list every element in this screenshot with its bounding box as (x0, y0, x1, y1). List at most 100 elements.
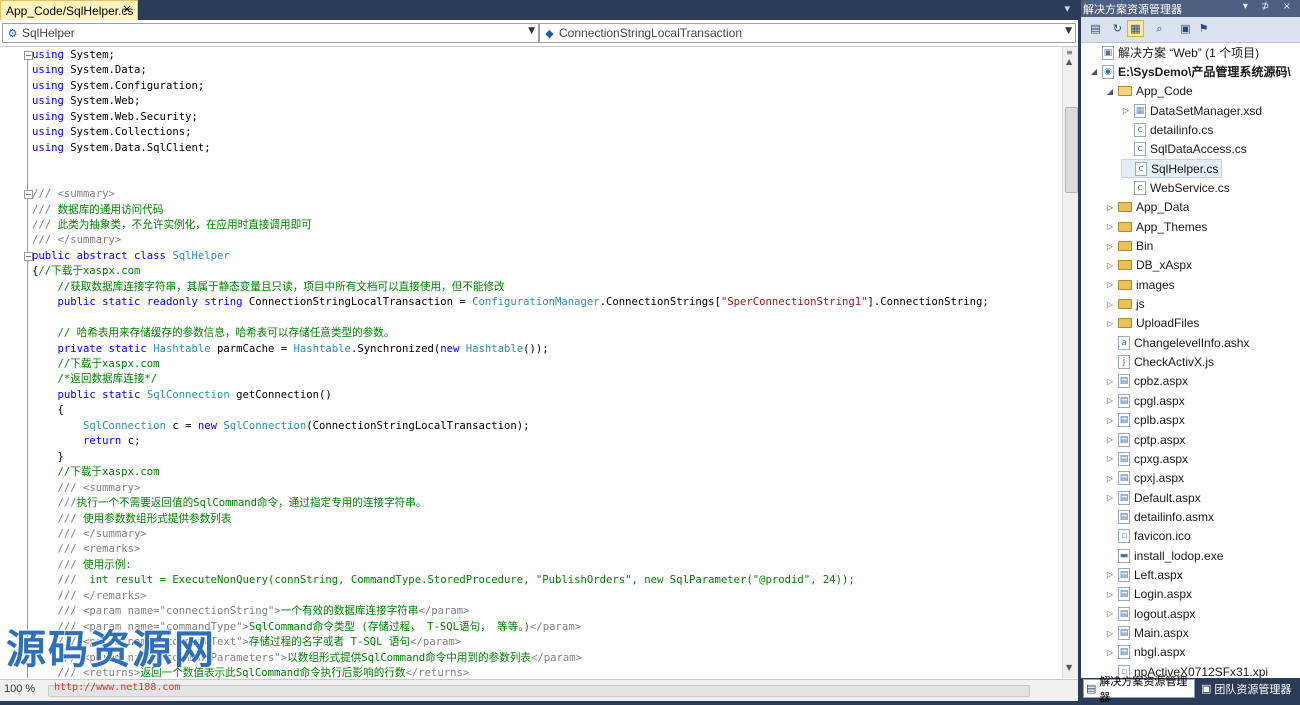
collapsed-arrow-icon[interactable]: ▷ (1105, 474, 1115, 483)
code-token: public static (57, 388, 141, 401)
show-all-files-icon[interactable]: ▦ (1127, 20, 1144, 37)
collapsed-arrow-icon[interactable]: ▷ (1105, 590, 1115, 599)
vertical-scrollbar[interactable]: ≡ ▲ ▼ (1062, 47, 1079, 678)
close-icon[interactable]: × (122, 2, 132, 16)
tree-item[interactable]: a ChangelevelInfo.ashx (1105, 333, 1249, 352)
nest-related-icon[interactable]: ⌕ (1151, 20, 1168, 37)
collapse-icon[interactable]: − (24, 190, 33, 200)
tree-item-label: 解决方案 “Web” (1 个项目) (1118, 46, 1260, 60)
tree-item[interactable]: ▷ ▤ cpbz.aspx (1105, 372, 1188, 391)
tree-item[interactable]: ▷ ▤ Main.aspx (1105, 624, 1189, 643)
chevron-down-icon[interactable]: ▼ (528, 26, 535, 36)
tree-item[interactable]: ▷ DB_xAspx (1105, 256, 1192, 275)
chevron-down-icon[interactable]: ▼ (1065, 26, 1072, 36)
tab-team-explorer[interactable]: ▣ 团队资源管理器 (1199, 679, 1299, 698)
tree-item[interactable]: ▷ ▦ DataSetManager.xsd (1121, 101, 1262, 120)
tree-item-label: cplb.aspx (1134, 413, 1185, 428)
collapsed-arrow-icon[interactable]: ▷ (1105, 377, 1115, 386)
solution-icon: ▣ (1102, 45, 1114, 60)
scroll-up-icon[interactable]: ▲ (1066, 57, 1072, 66)
code-token: /// (32, 203, 52, 216)
tree-item[interactable]: ▷ ▤ cplb.aspx (1105, 411, 1185, 430)
collapsed-arrow-icon[interactable]: ▷ (1105, 222, 1115, 231)
tree-item[interactable]: ▷ ▤ cpxg.aspx (1105, 449, 1188, 468)
tree-item[interactable]: ▷ ▤ cpxj.aspx (1105, 469, 1184, 488)
tree-item[interactable]: ▷ ▤ Default.aspx (1105, 488, 1201, 507)
tree-item[interactable]: ▷ App_Data (1105, 198, 1189, 217)
tree-item[interactable]: ▷ ▤ cptp.aspx (1105, 430, 1185, 449)
code-line: //获取数据库连接字符串，其属于静态变量且只读，项目中所有文档可以直接使用，但不… (32, 280, 505, 295)
member-combo[interactable]: ◆ ConnectionStringLocalTransaction ▼ (539, 23, 1076, 43)
tree-item[interactable]: ▷ ▤ Login.aspx (1105, 585, 1192, 604)
collapsed-arrow-icon[interactable]: ▷ (1105, 435, 1115, 444)
code-token: 数据库的通用访问代码 (51, 203, 164, 216)
collapsed-arrow-icon[interactable]: ▷ (1105, 300, 1115, 309)
tab-solution-explorer[interactable]: ▤ 解决方案资源管理器 (1083, 675, 1195, 704)
refresh-icon[interactable]: ↻ (1109, 20, 1126, 37)
tree-item[interactable]: ▷ ▤ logout.aspx (1105, 604, 1195, 623)
tree-item[interactable]: ◢ App_Code (1105, 82, 1193, 101)
tree-item[interactable]: ▷ App_Themes (1105, 217, 1207, 236)
expanded-arrow-icon[interactable]: ◢ (1089, 67, 1099, 76)
collapsed-arrow-icon[interactable]: ▷ (1105, 203, 1115, 212)
tree-item[interactable]: ▷ ▤ nbgl.aspx (1105, 643, 1185, 662)
tab-dropdown-icon[interactable]: ▾ (1064, 2, 1070, 15)
collapsed-arrow-icon[interactable]: ▷ (1105, 396, 1115, 405)
collapsed-arrow-icon[interactable]: ▷ (1105, 648, 1115, 657)
vertical-scroll-thumb[interactable] (1065, 107, 1078, 193)
type-combo[interactable]: ⚙ SqlHelper ▼ (2, 23, 539, 43)
zoom-level[interactable]: 100 % (4, 683, 35, 695)
tree-item[interactable]: ▷ ▤ Left.aspx (1105, 565, 1183, 584)
view-code-icon[interactable]: ▣ (1177, 20, 1194, 37)
collapsed-arrow-icon[interactable]: ▷ (1105, 280, 1115, 289)
window-controls-icon[interactable]: ▾ ⊅ × (1243, 1, 1296, 12)
tree-item[interactable]: ▬ install_lodop.exe (1105, 546, 1223, 565)
properties-icon[interactable]: ▤ (1087, 20, 1104, 37)
collapsed-arrow-icon[interactable]: ▷ (1105, 570, 1115, 579)
collapsed-arrow-icon[interactable]: ▷ (1105, 629, 1115, 638)
tree-item[interactable]: ▷ js (1105, 295, 1145, 314)
code-line: /// 使用参数数组形式提供参数列表 (32, 512, 232, 527)
collapse-icon[interactable]: − (24, 251, 33, 261)
code-token: c; (121, 435, 141, 448)
horizontal-scroll-thumb[interactable] (48, 685, 1030, 697)
code-area[interactable]: using System; − using System.Data; using Sy… (0, 47, 1062, 678)
tree-item[interactable]: c WebService.cs (1121, 178, 1230, 197)
tab-sqlhelper-cs[interactable]: App_Code/SqlHelper.cs × (0, 0, 138, 20)
tree-item[interactable]: ▤ detailinfo.asmx (1105, 507, 1214, 526)
collapsed-arrow-icon[interactable]: ▷ (1105, 261, 1115, 270)
collapsed-arrow-icon[interactable]: ▷ (1105, 319, 1115, 328)
exe-file-icon: ▬ (1118, 548, 1130, 563)
collapsed-arrow-icon[interactable]: ▷ (1105, 242, 1115, 251)
ico-file-icon: ▫ (1118, 529, 1130, 544)
explorer-title: 解决方案资源管理器 (1083, 3, 1182, 16)
tree-item[interactable]: c SqlHelper.cs (1121, 159, 1223, 179)
tree-item[interactable]: c SqlDataAccess.cs (1121, 140, 1247, 159)
explorer-title-bar: 解决方案资源管理器 ▾ ⊅ × (1081, 0, 1300, 17)
tree-item[interactable]: ▷ images (1105, 275, 1175, 294)
code-token: using (32, 141, 64, 154)
tree-item[interactable]: ◢ ◉ E:\SysDemo\产品管理系统源码\ (1089, 62, 1291, 81)
collapsed-arrow-icon[interactable]: ▷ (1105, 493, 1115, 502)
tree-item[interactable]: ▷ UploadFiles (1105, 314, 1199, 333)
tree-item-label: cpbz.aspx (1134, 374, 1189, 389)
tree-item[interactable]: c detailinfo.cs (1121, 120, 1213, 139)
scroll-down-icon[interactable]: ▼ (1066, 663, 1072, 672)
tree-item[interactable]: ▫ favicon.ico (1105, 527, 1191, 546)
tree-item-label: images (1136, 277, 1175, 292)
tree-item[interactable]: ▷ ▤ cpgl.aspx (1105, 391, 1185, 410)
collapse-icon[interactable]: − (24, 51, 33, 60)
collapsed-arrow-icon[interactable]: ▷ (1105, 416, 1115, 425)
horizontal-scrollbar[interactable] (48, 683, 1058, 697)
tree-item[interactable]: ▣ 解决方案 “Web” (1 个项目) (1089, 43, 1259, 62)
split-handle-icon[interactable]: ≡ (1066, 48, 1073, 57)
collapsed-arrow-icon[interactable]: ▷ (1121, 106, 1131, 115)
expanded-arrow-icon[interactable]: ◢ (1105, 87, 1115, 96)
collapsed-arrow-icon[interactable]: ▷ (1105, 609, 1115, 618)
copy-website-icon[interactable]: ⚑ (1195, 20, 1212, 37)
tree-item[interactable]: j CheckActivX.js (1105, 353, 1214, 372)
tree-item[interactable]: ▷ Bin (1105, 237, 1153, 256)
collapsed-arrow-icon[interactable]: ▷ (1105, 454, 1115, 463)
